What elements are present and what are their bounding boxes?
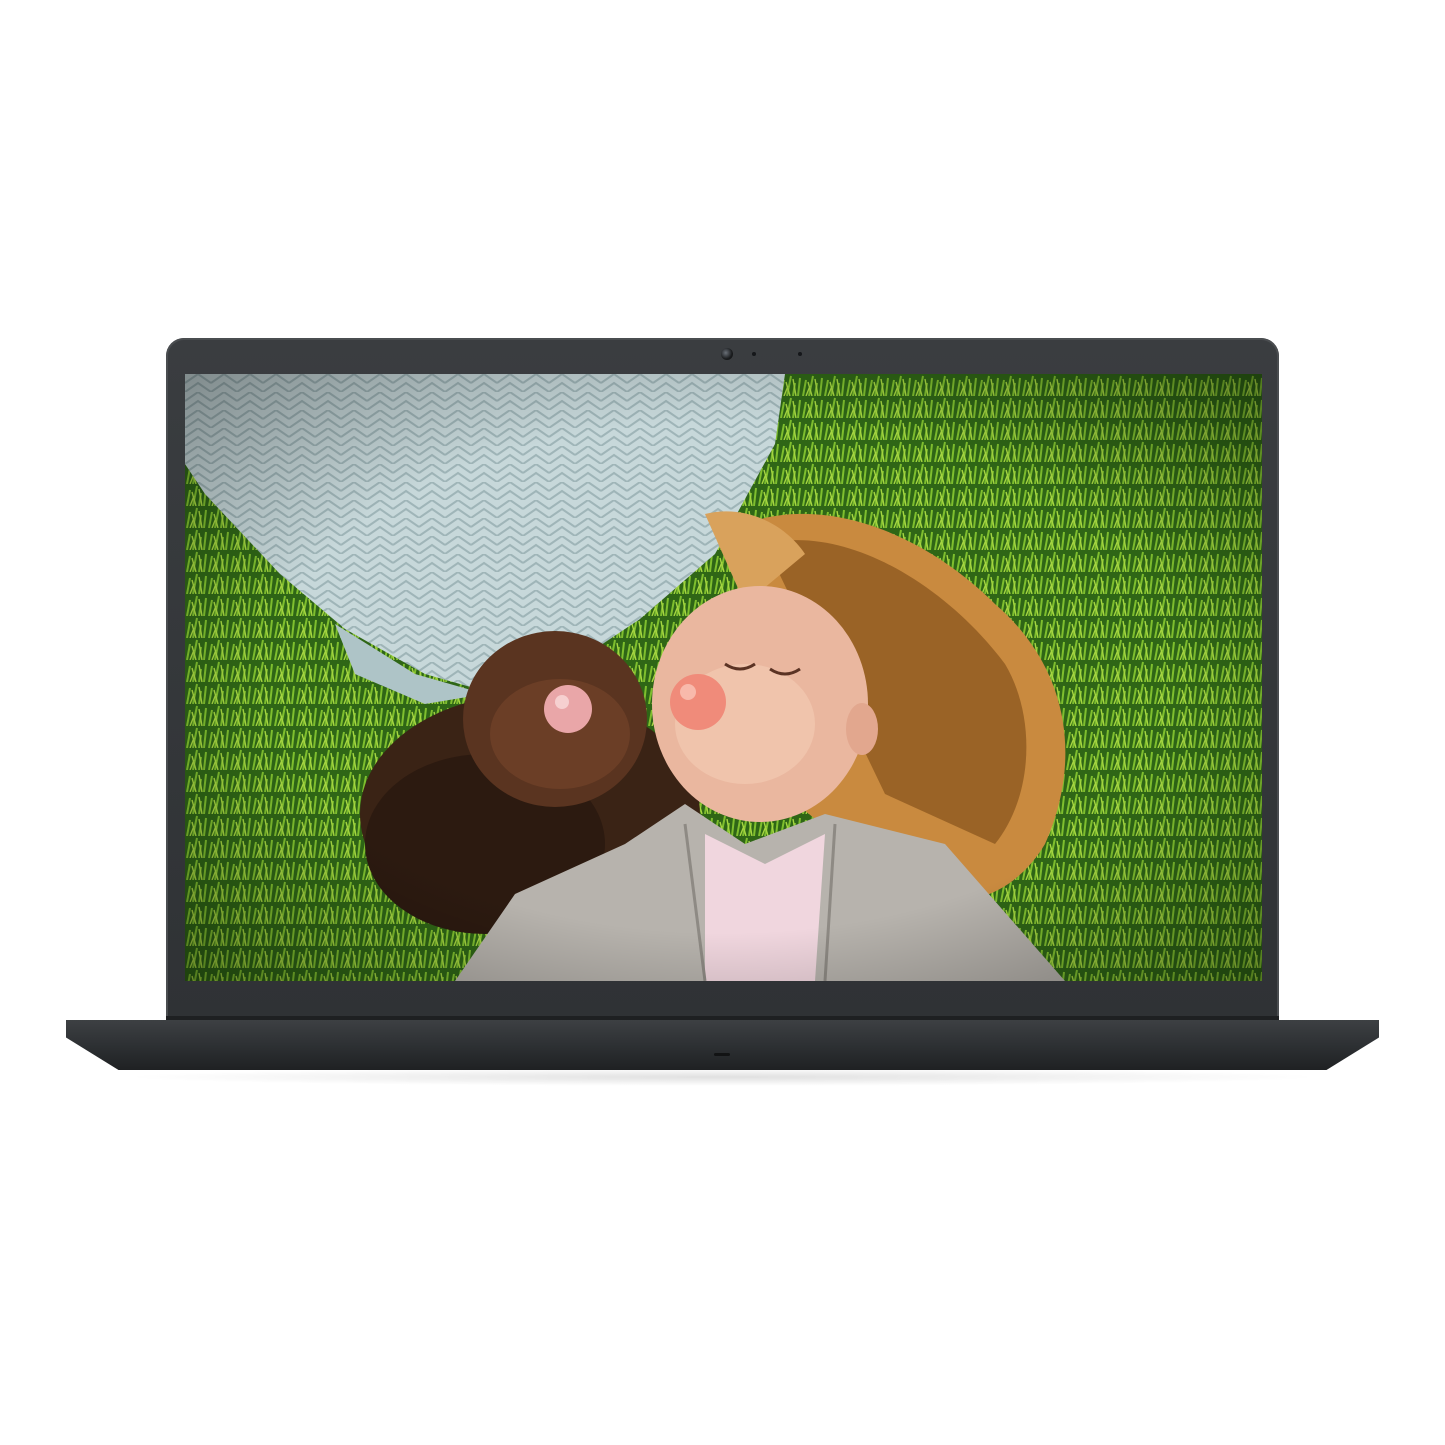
screen-photo: [185, 374, 1262, 981]
laptop-shadow: [120, 1068, 1325, 1086]
laptop-base: [66, 1020, 1379, 1070]
sensor-dot: [798, 352, 802, 356]
product-photo: [0, 0, 1445, 1445]
laptop-screen: [185, 374, 1262, 981]
front-notch: [714, 1053, 730, 1056]
webcam-icon: [721, 348, 733, 360]
sensor-dot: [752, 352, 756, 356]
